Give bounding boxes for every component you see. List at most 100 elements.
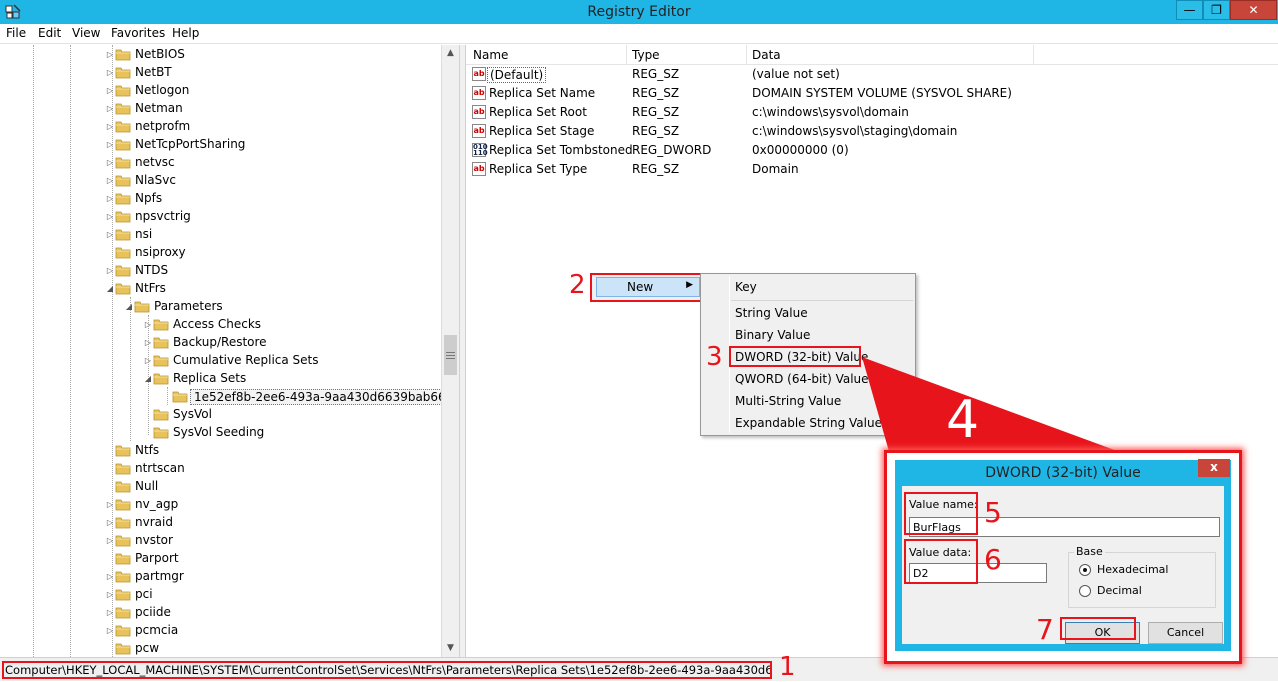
tree-expander-icon[interactable]: ▷: [143, 320, 153, 329]
tree-expander-icon[interactable]: ▷: [105, 104, 115, 113]
list-row[interactable]: ab Replica Set Type REG_SZ Domain: [466, 160, 1278, 179]
list-header: Name Type Data: [466, 45, 1278, 65]
tree-expander-icon[interactable]: ▷: [105, 68, 115, 77]
list-row[interactable]: ab Replica Set Root REG_SZ c:\windows\sysvo…: [466, 103, 1278, 122]
tree-expander-icon[interactable]: ▷: [105, 500, 115, 509]
decimal-label[interactable]: Decimal: [1097, 584, 1142, 597]
value-type-cell: REG_SZ: [632, 67, 680, 81]
tree-expander-icon[interactable]: ▷: [105, 50, 115, 59]
cancel-button[interactable]: Cancel: [1148, 622, 1223, 644]
list-row[interactable]: 010 110 Replica Set Tombstoned REG_DWORD 0x…: [466, 141, 1278, 160]
minimize-button[interactable]: —: [1176, 0, 1203, 20]
callout-5: 5: [984, 496, 1002, 529]
tree-expander-icon[interactable]: ▷: [105, 590, 115, 599]
value-type-cell: REG_SZ: [632, 162, 680, 176]
tree-node-label: NlaSvc: [135, 173, 176, 187]
tree-expander-icon[interactable]: ▷: [105, 158, 115, 167]
scroll-up-arrow-icon[interactable]: ▲: [442, 45, 459, 62]
folder-icon: [153, 373, 169, 385]
value-name-cell: Replica Set Tombstoned: [489, 143, 633, 157]
highlight-value-name: [904, 492, 978, 535]
menu-favorites[interactable]: Favorites: [111, 26, 165, 40]
tree-node-label: NetBIOS: [135, 47, 185, 61]
tree-expander-icon[interactable]: ▷: [105, 518, 115, 527]
menu-edit[interactable]: Edit: [38, 26, 61, 40]
tree-expander-icon[interactable]: ◢: [105, 284, 115, 293]
menu-help[interactable]: Help: [172, 26, 199, 40]
tree-node-label: 1e52ef8b-2ee6-493a-9aa430d6639bab66: [190, 389, 450, 405]
scroll-grip-icon: [446, 352, 455, 359]
tree-node-label: netvsc: [135, 155, 175, 169]
tree-expander-icon[interactable]: ▷: [143, 356, 153, 365]
hexadecimal-radio[interactable]: [1079, 564, 1091, 576]
list-row[interactable]: ab Replica Set Name REG_SZ DOMAIN SYSTEM VO…: [466, 84, 1278, 103]
tree-expander-icon[interactable]: ▷: [105, 626, 115, 635]
maximize-button[interactable]: ❐: [1203, 0, 1230, 20]
tree-expander-icon[interactable]: ◢: [143, 374, 153, 383]
tree-expander-icon[interactable]: ▷: [105, 86, 115, 95]
menu-view[interactable]: View: [72, 26, 100, 40]
tree-guide-line: [33, 45, 34, 657]
tree-expander-icon[interactable]: ▷: [105, 194, 115, 203]
tree-expander-icon[interactable]: ▷: [105, 140, 115, 149]
tree-expander-icon[interactable]: ▷: [105, 176, 115, 185]
submenu-qword-value[interactable]: QWORD (64-bit) Value: [735, 372, 869, 386]
folder-icon: [153, 427, 169, 439]
title-bar: Registry Editor — ❐ ✕: [0, 0, 1278, 24]
tree-node-label: nvstor: [135, 533, 173, 547]
list-row[interactable]: ab (Default) REG_SZ (value not set): [466, 65, 1278, 84]
scroll-down-arrow-icon[interactable]: ▼: [442, 640, 459, 657]
tree-expander-icon[interactable]: ▷: [105, 266, 115, 275]
tree-guide-line: [70, 45, 71, 657]
tree-expander-icon[interactable]: ▷: [105, 122, 115, 131]
submenu-string-value[interactable]: String Value: [735, 306, 808, 320]
tree-expander-icon[interactable]: ▷: [105, 212, 115, 221]
close-button[interactable]: ✕: [1230, 0, 1277, 20]
value-data-cell: c:\windows\sysvol\domain: [752, 105, 909, 119]
column-separator[interactable]: [1033, 45, 1034, 65]
tree-node-label: NetBT: [135, 65, 172, 79]
value-data-cell: DOMAIN SYSTEM VOLUME (SYSVOL SHARE): [752, 86, 1012, 100]
tree-scrollbar[interactable]: ▲ ▼: [441, 45, 459, 657]
menu-file[interactable]: File: [6, 26, 26, 40]
folder-icon: [115, 157, 131, 169]
tree-expander-icon[interactable]: ▷: [105, 536, 115, 545]
decimal-radio[interactable]: [1079, 585, 1091, 597]
submenu-expandable-string-value[interactable]: Expandable String Value: [735, 416, 882, 430]
string-value-icon: ab: [472, 67, 486, 81]
tree-node-label: pci: [135, 587, 153, 601]
tree-expander-icon[interactable]: ▷: [143, 338, 153, 347]
column-separator[interactable]: [626, 45, 627, 65]
value-name-cell: Replica Set Type: [489, 162, 588, 176]
folder-icon: [153, 355, 169, 367]
registry-tree[interactable]: ▷ NetBIOS ▷ NetBT ▷ Netlogon ▷ Netman ▷ netprofm ▷…: [0, 45, 460, 657]
tree-node-label: nsi: [135, 227, 153, 241]
tree-node-label: nv_agp: [135, 497, 179, 511]
submenu-key[interactable]: Key: [735, 280, 757, 294]
dialog-close-button[interactable]: x: [1198, 459, 1230, 477]
hexadecimal-label[interactable]: Hexadecimal: [1097, 563, 1168, 576]
folder-icon: [115, 85, 131, 97]
callout-6: 6: [984, 543, 1002, 576]
tree-expander-icon[interactable]: ◢: [124, 302, 134, 311]
tree-expander-icon[interactable]: ▷: [105, 608, 115, 617]
value-type-cell: REG_DWORD: [632, 143, 712, 157]
tree-expander-icon[interactable]: ▷: [105, 230, 115, 239]
tree-node-label: Netman: [135, 101, 183, 115]
column-data-header[interactable]: Data: [752, 48, 781, 62]
submenu-binary-value[interactable]: Binary Value: [735, 328, 810, 342]
column-name-header[interactable]: Name: [473, 48, 508, 62]
list-row[interactable]: ab Replica Set Stage REG_SZ c:\windows\sysv…: [466, 122, 1278, 141]
submenu-multistring-value[interactable]: Multi-String Value: [735, 394, 841, 408]
tree-node-label: npsvctrig: [135, 209, 191, 223]
column-type-header[interactable]: Type: [632, 48, 660, 62]
highlight-new: [590, 273, 703, 302]
column-separator[interactable]: [746, 45, 747, 65]
folder-icon: [115, 517, 131, 529]
tree-node-label: ntrtscan: [135, 461, 185, 475]
tree-node-label: Access Checks: [173, 317, 262, 331]
tree-expander-icon[interactable]: ▷: [105, 572, 115, 581]
tree-node-label: pciide: [135, 605, 171, 619]
callout-1: 1: [779, 652, 796, 682]
tree-node-label: netprofm: [135, 119, 191, 133]
